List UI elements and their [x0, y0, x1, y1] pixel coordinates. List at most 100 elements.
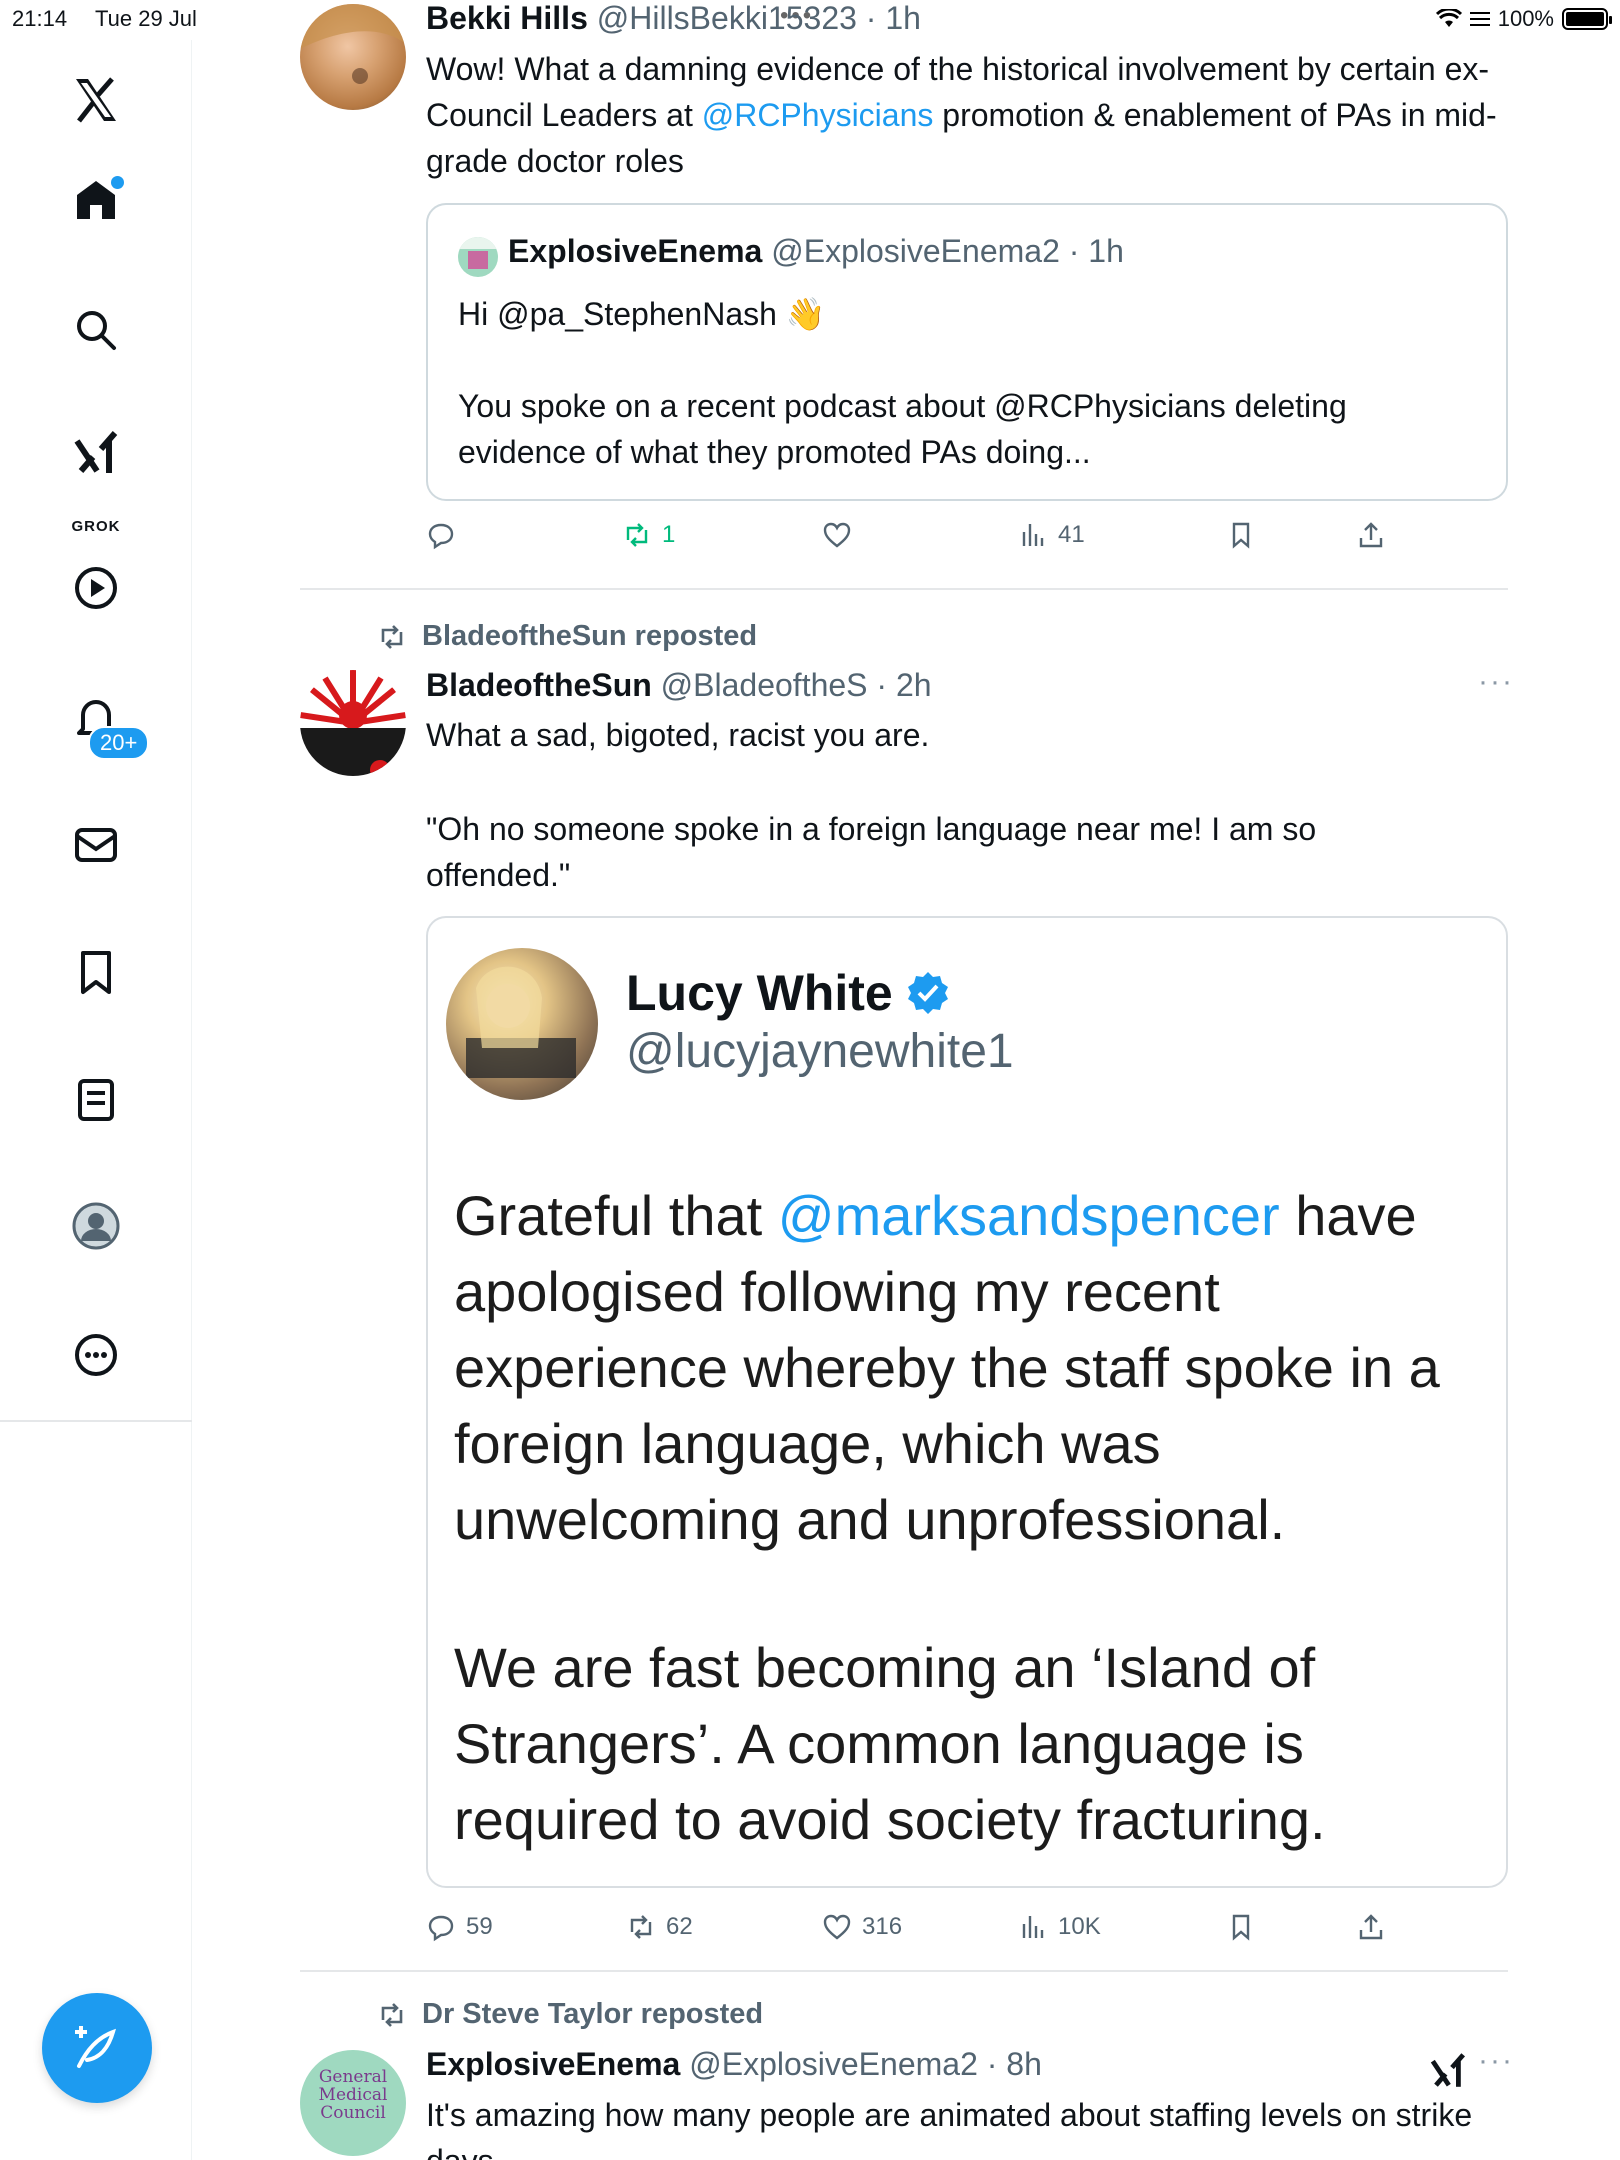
tweet2-text-line1: What a sad, bigoted, racist you are.: [426, 717, 930, 753]
quote-author-name: ExplosiveEnema: [508, 233, 763, 269]
sidebar-nav: GROK 20+: [0, 40, 192, 2160]
lucy-para1-pre: Grateful that: [454, 1184, 778, 1247]
home-unread-dot: [111, 176, 124, 189]
tweet2-more-button[interactable]: ···: [1478, 665, 1514, 699]
lucy-white-handle: @lucyjaynewhite1: [626, 1025, 1014, 1078]
tweet1-timestamp[interactable]: · 1h: [866, 0, 921, 36]
tweet1-share-button[interactable]: [1356, 520, 1386, 550]
quote-author-handle: @ExplosiveEnema2: [771, 233, 1060, 269]
tweet2-repost-button[interactable]: 62: [626, 1912, 693, 1942]
messages-mail-icon[interactable]: [66, 815, 126, 875]
quote-line1: Hi @pa_StephenNash 👋: [458, 296, 826, 332]
search-icon[interactable]: [66, 300, 126, 360]
repost-icon: [626, 523, 648, 547]
lucy-white-paragraph2: We are fast becoming an ‘Island of Stran…: [454, 1636, 1326, 1851]
tweet3-avatar-text: General Medical Council: [318, 2067, 388, 2123]
tweet3-author-handle[interactable]: @ExplosiveEnema2: [689, 2046, 978, 2082]
profile-avatar-icon[interactable]: [66, 1196, 126, 1256]
tweet2-reply-count: 59: [466, 1913, 493, 1940]
tweet2-actions: 59 62 316 10K: [426, 1912, 1516, 1952]
notifications-badge: 20+: [88, 726, 150, 760]
tweet3-text: It's amazing how many people are animate…: [426, 2097, 1473, 2160]
tweet3-reposted-by: Dr Steve Taylor reposted: [422, 1998, 764, 2030]
compose-feather-icon: [75, 2026, 117, 2068]
tweet2-timestamp[interactable]: · 2h: [876, 667, 931, 703]
tweet2-views-button[interactable]: 10K: [1018, 1912, 1101, 1942]
tweet3-timestamp[interactable]: · 8h: [987, 2046, 1042, 2082]
status-date: Tue 29 Jul: [95, 6, 197, 31]
tweet1-mention-link[interactable]: @RCPhysicians: [702, 97, 934, 133]
share-icon: [1359, 522, 1383, 548]
tweet2-bookmark-button[interactable]: [1226, 1912, 1256, 1942]
tweet2-reply-button[interactable]: 59: [426, 1912, 493, 1942]
tweet2-views-count: 10K: [1058, 1913, 1101, 1940]
tweet1-views-button[interactable]: 41: [1018, 520, 1085, 550]
quote-timestamp: · 1h: [1068, 233, 1124, 269]
like-heart-icon: [823, 1914, 851, 1940]
tweet2-share-button[interactable]: [1356, 1912, 1386, 1942]
bookmark-icon: [1232, 522, 1250, 549]
tweet2-like-button[interactable]: 316: [822, 1912, 902, 1942]
tweet2-reposted-by: BladeoftheSun reposted: [422, 620, 758, 652]
timeline-feed: Bekki Hills @HillsBekki15323 · 1h Wow! W…: [192, 0, 1620, 2160]
tweet3-avatar[interactable]: General Medical Council: [300, 2050, 406, 2156]
tweet1-text: Wow! What a damning evidence of the hist…: [426, 46, 1516, 184]
tweet2-like-count: 316: [862, 1913, 903, 1940]
repost-icon: [381, 2002, 403, 2027]
lucy-white-name-row: Lucy White: [626, 964, 951, 1022]
bookmarks-icon[interactable]: [66, 942, 126, 1002]
tweet1-views-count: 41: [1058, 521, 1085, 548]
tweet1-avatar[interactable]: [300, 4, 406, 110]
bookmark-icon: [1232, 1914, 1250, 1941]
tweet1-reply-button[interactable]: [426, 520, 456, 550]
status-time: 21:14: [12, 6, 68, 31]
tweet1-like-button[interactable]: [822, 520, 852, 550]
compose-post-button[interactable]: [42, 1993, 152, 2103]
tweet2-avatar[interactable]: [300, 670, 406, 776]
repost-icon: [630, 1915, 652, 1939]
quote-avatar: [458, 237, 498, 277]
tweet1-divider: [300, 588, 1508, 590]
lists-icon[interactable]: [66, 1070, 126, 1130]
views-chart-icon: [1022, 524, 1044, 546]
verified-badge-icon: [907, 972, 948, 1014]
tweet1-repost-count: 1: [662, 521, 676, 548]
like-heart-icon: [823, 522, 851, 548]
quote-header: ExplosiveEnema @ExplosiveEnema2 · 1h: [508, 233, 1124, 270]
tweet2-embedded-image[interactable]: Lucy White @lucyjaynewhite1 Grateful tha…: [426, 916, 1508, 1888]
tweet3-repost-indicator[interactable]: Dr Steve Taylor reposted: [376, 1998, 763, 2031]
tweet3-header: ExplosiveEnema @ExplosiveEnema2 · 8h: [426, 2046, 1042, 2083]
tweet3-author-name[interactable]: ExplosiveEnema: [426, 2046, 680, 2082]
sidebar-separator: [0, 1420, 192, 1422]
tweet1-bookmark-button[interactable]: [1226, 520, 1256, 550]
tweet1-actions: 1 41: [426, 520, 1516, 560]
reply-icon: [428, 523, 454, 550]
lucy-white-avatar: [446, 948, 598, 1100]
tweet1-repost-button[interactable]: 1: [622, 520, 675, 550]
lucy-white-name: Lucy White: [626, 965, 893, 1021]
quote-line2: You spoke on a recent podcast about @RCP…: [458, 388, 1347, 470]
grok-icon[interactable]: [66, 422, 126, 482]
tweet1-author-name[interactable]: Bekki Hills: [426, 0, 588, 36]
grok-explain-icon[interactable]: [1428, 2050, 1468, 2090]
x-logo-icon[interactable]: [66, 70, 126, 130]
more-options-icon[interactable]: [66, 1325, 126, 1385]
home-icon[interactable]: [66, 170, 126, 230]
tweet3-more-button[interactable]: ···: [1478, 2044, 1514, 2078]
video-play-icon[interactable]: [66, 558, 126, 618]
repost-icon: [381, 624, 403, 649]
tweet2-repost-count: 62: [666, 1913, 693, 1940]
tweet2-text-line2: "Oh no someone spoke in a foreign langua…: [426, 811, 1317, 893]
grok-label: GROK: [71, 518, 121, 535]
lucy-white-paragraph1: Grateful that @marksandspencer have apol…: [454, 1178, 1494, 1558]
tweet2-author-handle[interactable]: @BladeoftheS: [661, 667, 868, 703]
tweet1-quote-card[interactable]: ExplosiveEnema @ExplosiveEnema2 · 1h Hi …: [426, 203, 1508, 501]
tweet2-author-name[interactable]: BladeoftheSun: [426, 667, 652, 703]
tweet1-header: Bekki Hills @HillsBekki15323 · 1h: [426, 0, 921, 37]
views-chart-icon: [1022, 1916, 1044, 1938]
tweet2-divider: [300, 1970, 1508, 1972]
tweet2-header: BladeoftheSun @BladeoftheS · 2h: [426, 667, 932, 704]
tweet2-repost-indicator[interactable]: BladeoftheSun reposted: [376, 620, 757, 653]
tweet1-author-handle[interactable]: @HillsBekki15323: [597, 0, 857, 36]
marksandspencer-mention: @marksandspencer: [777, 1184, 1280, 1247]
